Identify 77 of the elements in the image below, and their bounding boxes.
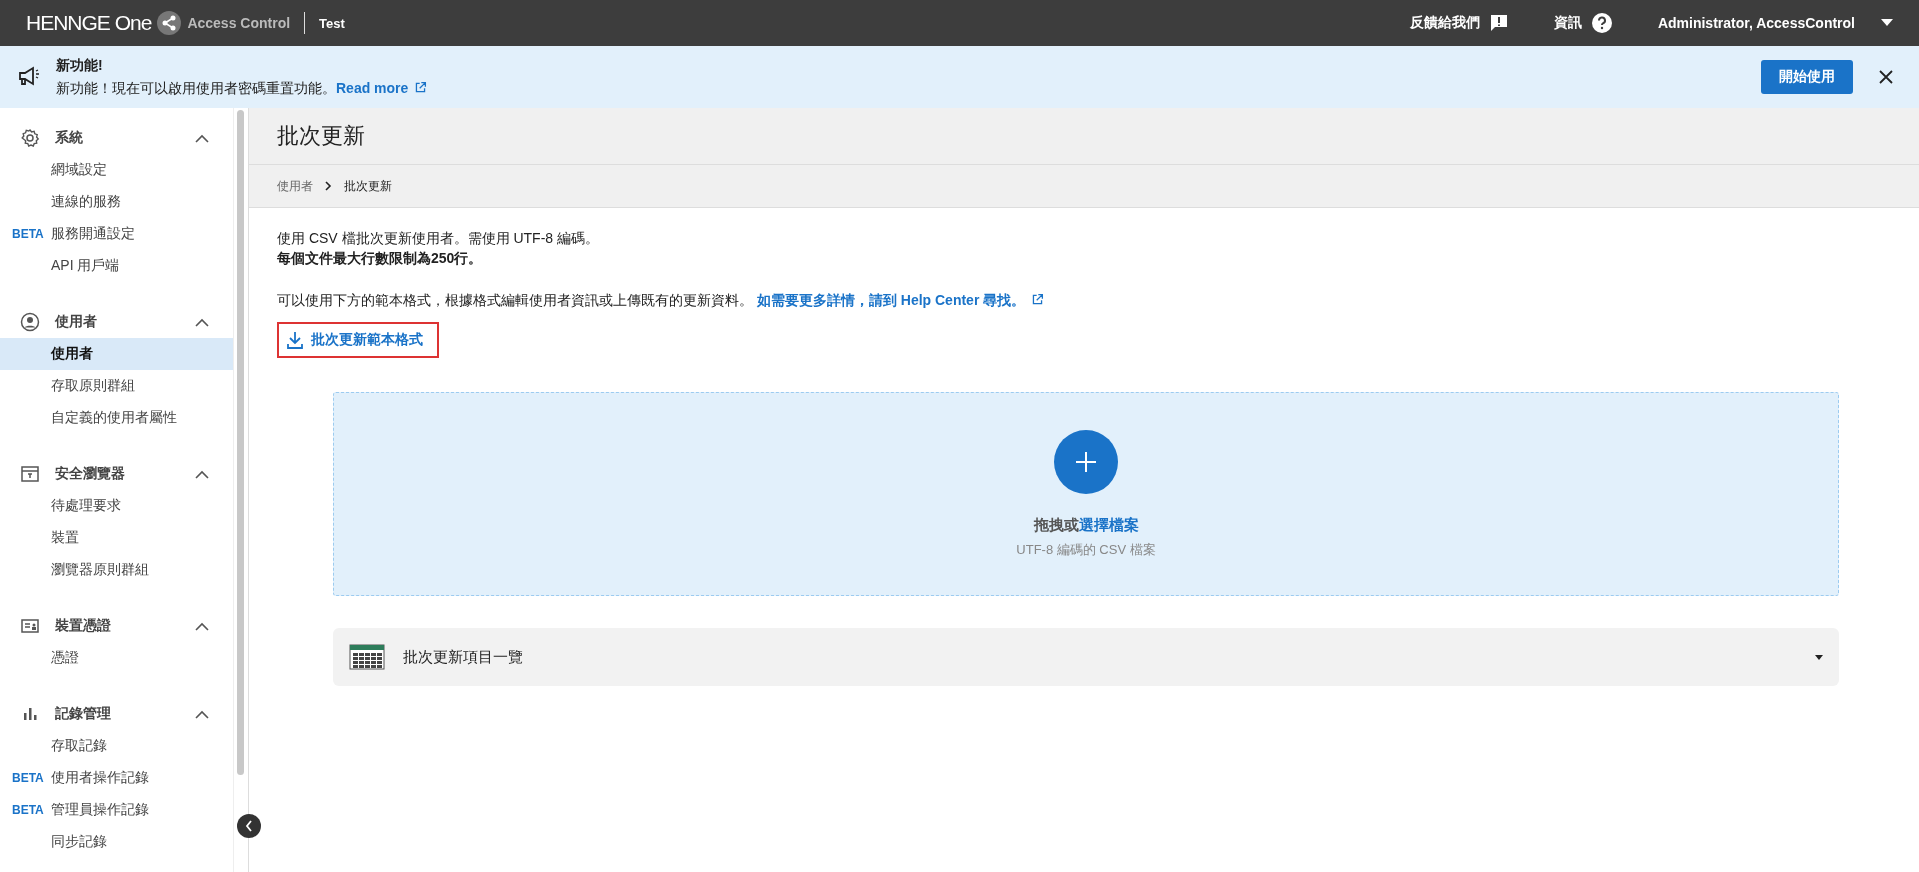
template-download-button[interactable]: 批次更新範本格式 — [277, 322, 439, 358]
sidebar-section-header[interactable]: 安全瀏覽器 — [0, 458, 233, 490]
sidebar-section-header[interactable]: 系統 — [0, 122, 233, 154]
chevron-up-icon[interactable] — [195, 621, 209, 631]
beta-label: BETA — [12, 803, 44, 817]
sidebar-item[interactable]: 自定義的使用者屬性 — [0, 402, 233, 434]
product-name: Access Control — [187, 15, 291, 31]
beta-label: BETA — [12, 771, 44, 785]
sidebar-item[interactable]: 存取原則群組 — [0, 370, 233, 402]
section-title: 使用者 — [55, 313, 98, 331]
update-list-panel[interactable]: 批次更新項目一覽 — [333, 628, 1839, 686]
caret-icon — [1881, 19, 1893, 27]
sidebar-section-header[interactable]: 使用者 — [0, 306, 233, 338]
choose-file-link[interactable]: 選擇檔案 — [1078, 515, 1139, 533]
drop-instruction-text: 拖拽或選擇檔案 — [1033, 515, 1139, 535]
chevron-up-icon[interactable] — [195, 709, 209, 719]
sidebar-item[interactable]: 連線的服務 — [0, 186, 233, 218]
megaphone-icon — [18, 66, 42, 88]
spreadsheet-icon — [349, 644, 385, 670]
breadcrumb-item: 批次更新 — [344, 177, 392, 195]
brand-logo: HENNGE One — [26, 11, 152, 35]
feedback-link[interactable]: 反饋給我們 — [1409, 14, 1480, 32]
section-title: 系統 — [55, 129, 84, 147]
read-more-link[interactable]: Read more — [336, 79, 428, 96]
close-icon[interactable] — [1879, 70, 1893, 84]
sidebar-section-header[interactable]: 裝置憑證 — [0, 610, 233, 642]
description-text: 使用 CSV 檔批次更新使用者。需使用 UTF-8 編碼。 — [277, 229, 600, 248]
sidebar-item[interactable]: 同步記錄 — [0, 826, 233, 858]
external-link-icon — [1031, 293, 1045, 306]
sidebar-item[interactable]: 使用者 — [0, 338, 233, 370]
page-title: 批次更新 — [249, 108, 1919, 165]
sidebar-item[interactable]: 網域設定 — [0, 154, 233, 186]
chevron-up-icon[interactable] — [195, 317, 209, 327]
scrollbar-thumb[interactable] — [237, 110, 244, 775]
caret-down-icon[interactable] — [1815, 654, 1823, 660]
sidebar-item[interactable]: 憑證 — [0, 642, 233, 674]
sidebar-item[interactable]: BETA 管理員操作記錄 — [0, 794, 233, 826]
sidebar-item[interactable]: 存取記錄 — [0, 730, 233, 762]
plus-icon — [1075, 450, 1097, 473]
external-link-icon — [414, 80, 428, 94]
info-link[interactable]: 資訊 — [1553, 14, 1582, 32]
sidebar-item[interactable]: BETA 服務開通設定 — [0, 218, 233, 250]
chevron-left-icon — [245, 820, 253, 832]
beta-label: BETA — [12, 227, 44, 241]
sidebar-item[interactable]: 待處理要求 — [0, 490, 233, 522]
settings-icon — [20, 128, 40, 148]
panel-title: 批次更新項目一覽 — [403, 647, 524, 667]
user-menu[interactable]: Administrator, AccessControl — [1657, 15, 1855, 31]
help-icon — [1591, 13, 1612, 33]
collapse-sidebar-button[interactable] — [237, 814, 261, 838]
help-center-link[interactable]: 如需要更多詳情，請到 Help Center 尋找。 — [756, 292, 1045, 308]
breadcrumb-item[interactable]: 使用者 — [277, 177, 313, 195]
feedback-icon — [1489, 14, 1508, 32]
sidebar-section-header[interactable]: 記錄管理 — [0, 698, 233, 730]
user-icon — [20, 312, 40, 332]
download-icon — [287, 331, 303, 349]
file-format-hint: UTF-8 編碼的 CSV 檔案 — [1016, 540, 1156, 559]
chevron-right-icon — [325, 181, 332, 191]
browser-window-icon — [20, 464, 40, 484]
chevron-up-icon[interactable] — [195, 469, 209, 479]
section-title: 裝置憑證 — [55, 617, 112, 635]
tenant-name: Test — [319, 15, 345, 31]
sidebar-item[interactable]: BETA 使用者操作記錄 — [0, 762, 233, 794]
banner-message: 新功能！現在可以啟用使用者密碼重置功能。Read more — [56, 79, 428, 98]
id-card-icon — [20, 616, 40, 636]
chevron-up-icon[interactable] — [195, 133, 209, 143]
section-title: 安全瀏覽器 — [55, 465, 126, 483]
sidebar-item[interactable]: 瀏覽器原則群組 — [0, 554, 233, 586]
sidebar-item[interactable]: 裝置 — [0, 522, 233, 554]
file-drop-zone[interactable]: 拖拽或選擇檔案 UTF-8 編碼的 CSV 檔案 — [333, 392, 1839, 596]
row-limit-text: 每個文件最大行數限制為250行。 — [277, 249, 484, 268]
share-nodes-icon — [157, 11, 182, 35]
banner-title: 新功能! — [56, 56, 104, 75]
get-started-button[interactable]: 開始使用 — [1761, 60, 1853, 94]
section-title: 記錄管理 — [55, 705, 112, 723]
sidebar-item[interactable]: API 用戶端 — [0, 250, 233, 282]
template-info-text: 可以使用下方的範本格式，根據格式編輯使用者資訊或上傳既有的更新資料。 如需要更多詳情，請到 Help Center 尋找。 — [277, 290, 1891, 310]
